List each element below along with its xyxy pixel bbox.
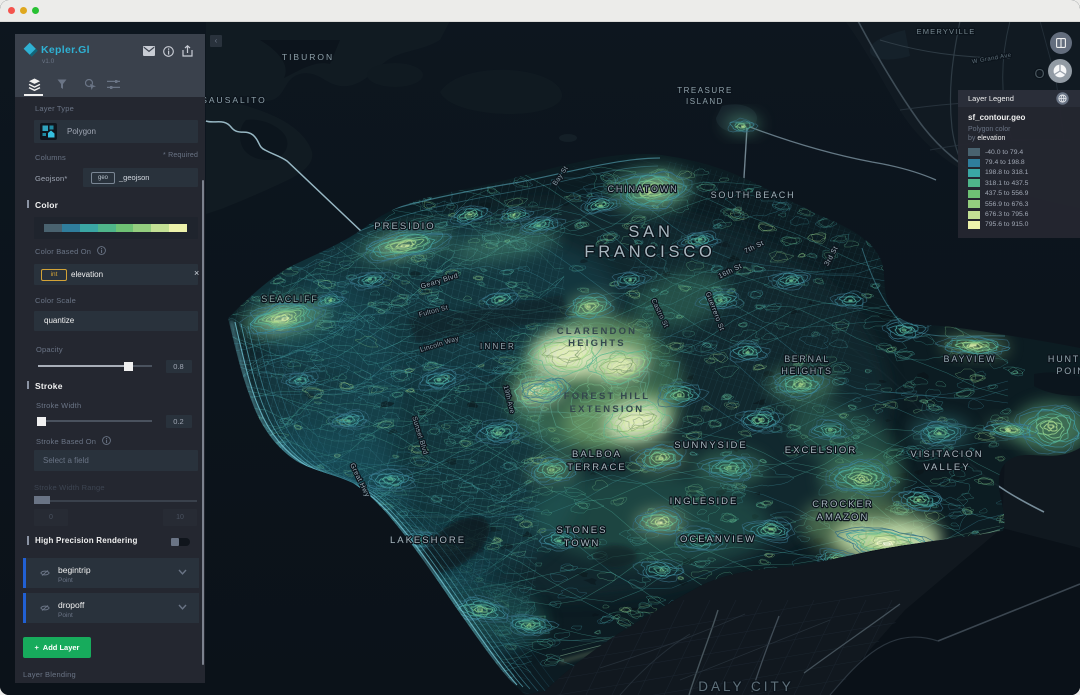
svg-text:SUNNYSIDE: SUNNYSIDE [674,440,747,451]
svg-text:EXTENSION: EXTENSION [570,404,645,415]
svg-text:EXCELSIOR: EXCELSIOR [785,445,857,456]
svg-text:BALBOA: BALBOA [572,449,622,460]
svg-text:VISITACION: VISITACION [910,449,983,460]
svg-text:SAN: SAN [628,223,673,241]
svg-text:SOUTH BEACH: SOUTH BEACH [711,190,796,200]
svg-text:HEIGHTS: HEIGHTS [781,366,832,376]
svg-text:INNER: INNER [480,342,516,351]
svg-text:ISLAND: ISLAND [686,97,724,106]
svg-text:PRESIDIO: PRESIDIO [374,221,435,232]
svg-text:EMERYVILLE: EMERYVILLE [917,27,976,36]
svg-text:TIBURON: TIBURON [282,52,334,62]
svg-text:INGLESIDE: INGLESIDE [670,496,739,507]
svg-text:HUNT: HUNT [1048,354,1080,364]
svg-text:SAUSALITO: SAUSALITO [201,95,267,105]
svg-text:FRANCISCO: FRANCISCO [584,243,715,261]
svg-text:LAKESHORE: LAKESHORE [390,535,466,546]
svg-text:SEACLIFF: SEACLIFF [261,294,318,304]
svg-text:CHINATOWN: CHINATOWN [608,184,679,194]
svg-text:DALY CITY: DALY CITY [698,679,794,694]
svg-text:CROCKER: CROCKER [812,499,874,510]
svg-text:CLARENDON: CLARENDON [557,326,638,337]
svg-text:TOWN: TOWN [564,538,601,549]
svg-text:STONES: STONES [557,525,608,536]
svg-text:VALLEY: VALLEY [923,462,970,473]
svg-text:OCEANVIEW: OCEANVIEW [680,534,756,545]
svg-text:TERRACE: TERRACE [567,462,626,473]
svg-text:POIN: POIN [1056,366,1080,376]
svg-text:FOREST HILL: FOREST HILL [564,391,650,402]
svg-text:O: O [1034,66,1045,81]
svg-text:BAYVIEW: BAYVIEW [944,354,997,364]
svg-text:AMAZON: AMAZON [817,512,870,523]
svg-text:BERNAL: BERNAL [784,354,830,364]
svg-text:HEIGHTS: HEIGHTS [568,338,626,349]
svg-text:TREASURE: TREASURE [677,86,733,95]
